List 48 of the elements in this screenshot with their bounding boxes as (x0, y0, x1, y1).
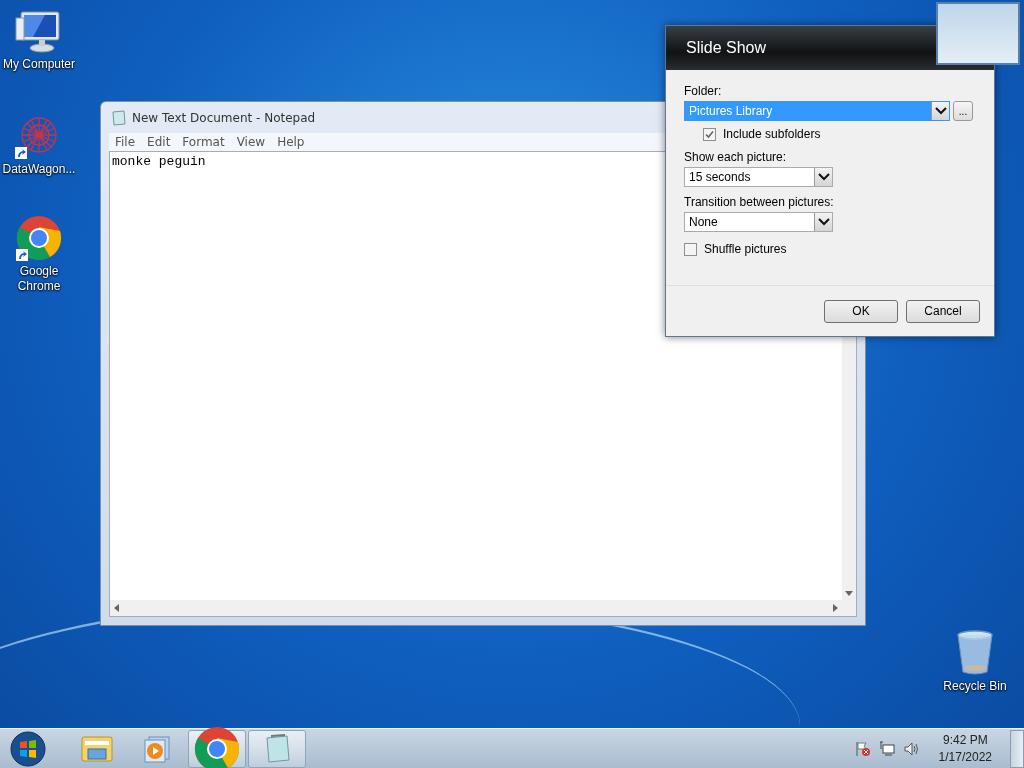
browse-button[interactable]: ... (953, 101, 973, 121)
checkbox-label: Include subfolders (723, 127, 821, 141)
dropdown-value: 15 seconds (688, 170, 752, 184)
chrome-icon[interactable] (16, 215, 62, 261)
desktop-icon-label[interactable]: My Computer (2, 57, 76, 72)
recycle-bin-icon[interactable] (955, 630, 995, 676)
checkbox[interactable] (684, 242, 697, 256)
clock-date[interactable]: 1/17/2022 (938, 748, 992, 766)
dropdown-value: Pictures Library (688, 104, 774, 118)
action-center-flag-icon[interactable] (854, 740, 871, 757)
computer-icon[interactable] (15, 10, 63, 54)
ok-button[interactable]: OK (824, 299, 898, 323)
checkbox[interactable] (703, 127, 716, 141)
clock-time[interactable]: 9:42 PM (942, 731, 988, 749)
shortcut-arrow-icon (16, 249, 28, 261)
chevron-down-icon (931, 102, 949, 120)
dialog-title: Slide Show (686, 39, 767, 57)
menu-item[interactable]: Format (178, 135, 229, 149)
chevron-down-icon (814, 168, 832, 186)
taskbar-button[interactable] (188, 729, 246, 768)
start-button[interactable] (8, 728, 48, 768)
folder-icon (81, 734, 113, 763)
transition-dropdown[interactable]: None (684, 212, 833, 232)
interval-dropdown[interactable]: 15 seconds (684, 167, 833, 187)
checkbox-label: Shuffle pictures (704, 242, 787, 256)
dropdown-value: None (688, 215, 719, 229)
field-label: Transition between pictures: (684, 195, 835, 209)
desktop-icon-label[interactable]: Recycle Bin (938, 679, 1012, 694)
shortcut-arrow-icon (15, 147, 27, 159)
field-label: Show each picture: (684, 150, 788, 164)
menu-item[interactable]: View (232, 135, 270, 149)
media-player-icon (143, 734, 171, 763)
scroll-left-arrow-icon[interactable] (114, 604, 119, 612)
scroll-right-arrow-icon[interactable] (833, 604, 838, 612)
speaker-icon[interactable] (902, 740, 919, 757)
chrome-icon (194, 725, 240, 768)
desktop-icon-label[interactable]: Google Chrome (2, 264, 76, 294)
cancel-button[interactable]: Cancel (906, 299, 980, 323)
scroll-down-arrow-icon[interactable] (845, 591, 853, 596)
menu-item[interactable]: File (111, 135, 140, 149)
field-label: Folder: (684, 84, 723, 98)
menu-item[interactable]: Edit (143, 135, 175, 149)
notepad-icon (111, 109, 127, 126)
menu-item[interactable]: Help (273, 135, 309, 149)
window-title: New Text Document - Notepad (132, 110, 316, 125)
desktop-icon-label[interactable]: DataWagon... (2, 162, 76, 177)
chevron-down-icon (814, 213, 832, 231)
network-icon[interactable] (878, 740, 895, 757)
